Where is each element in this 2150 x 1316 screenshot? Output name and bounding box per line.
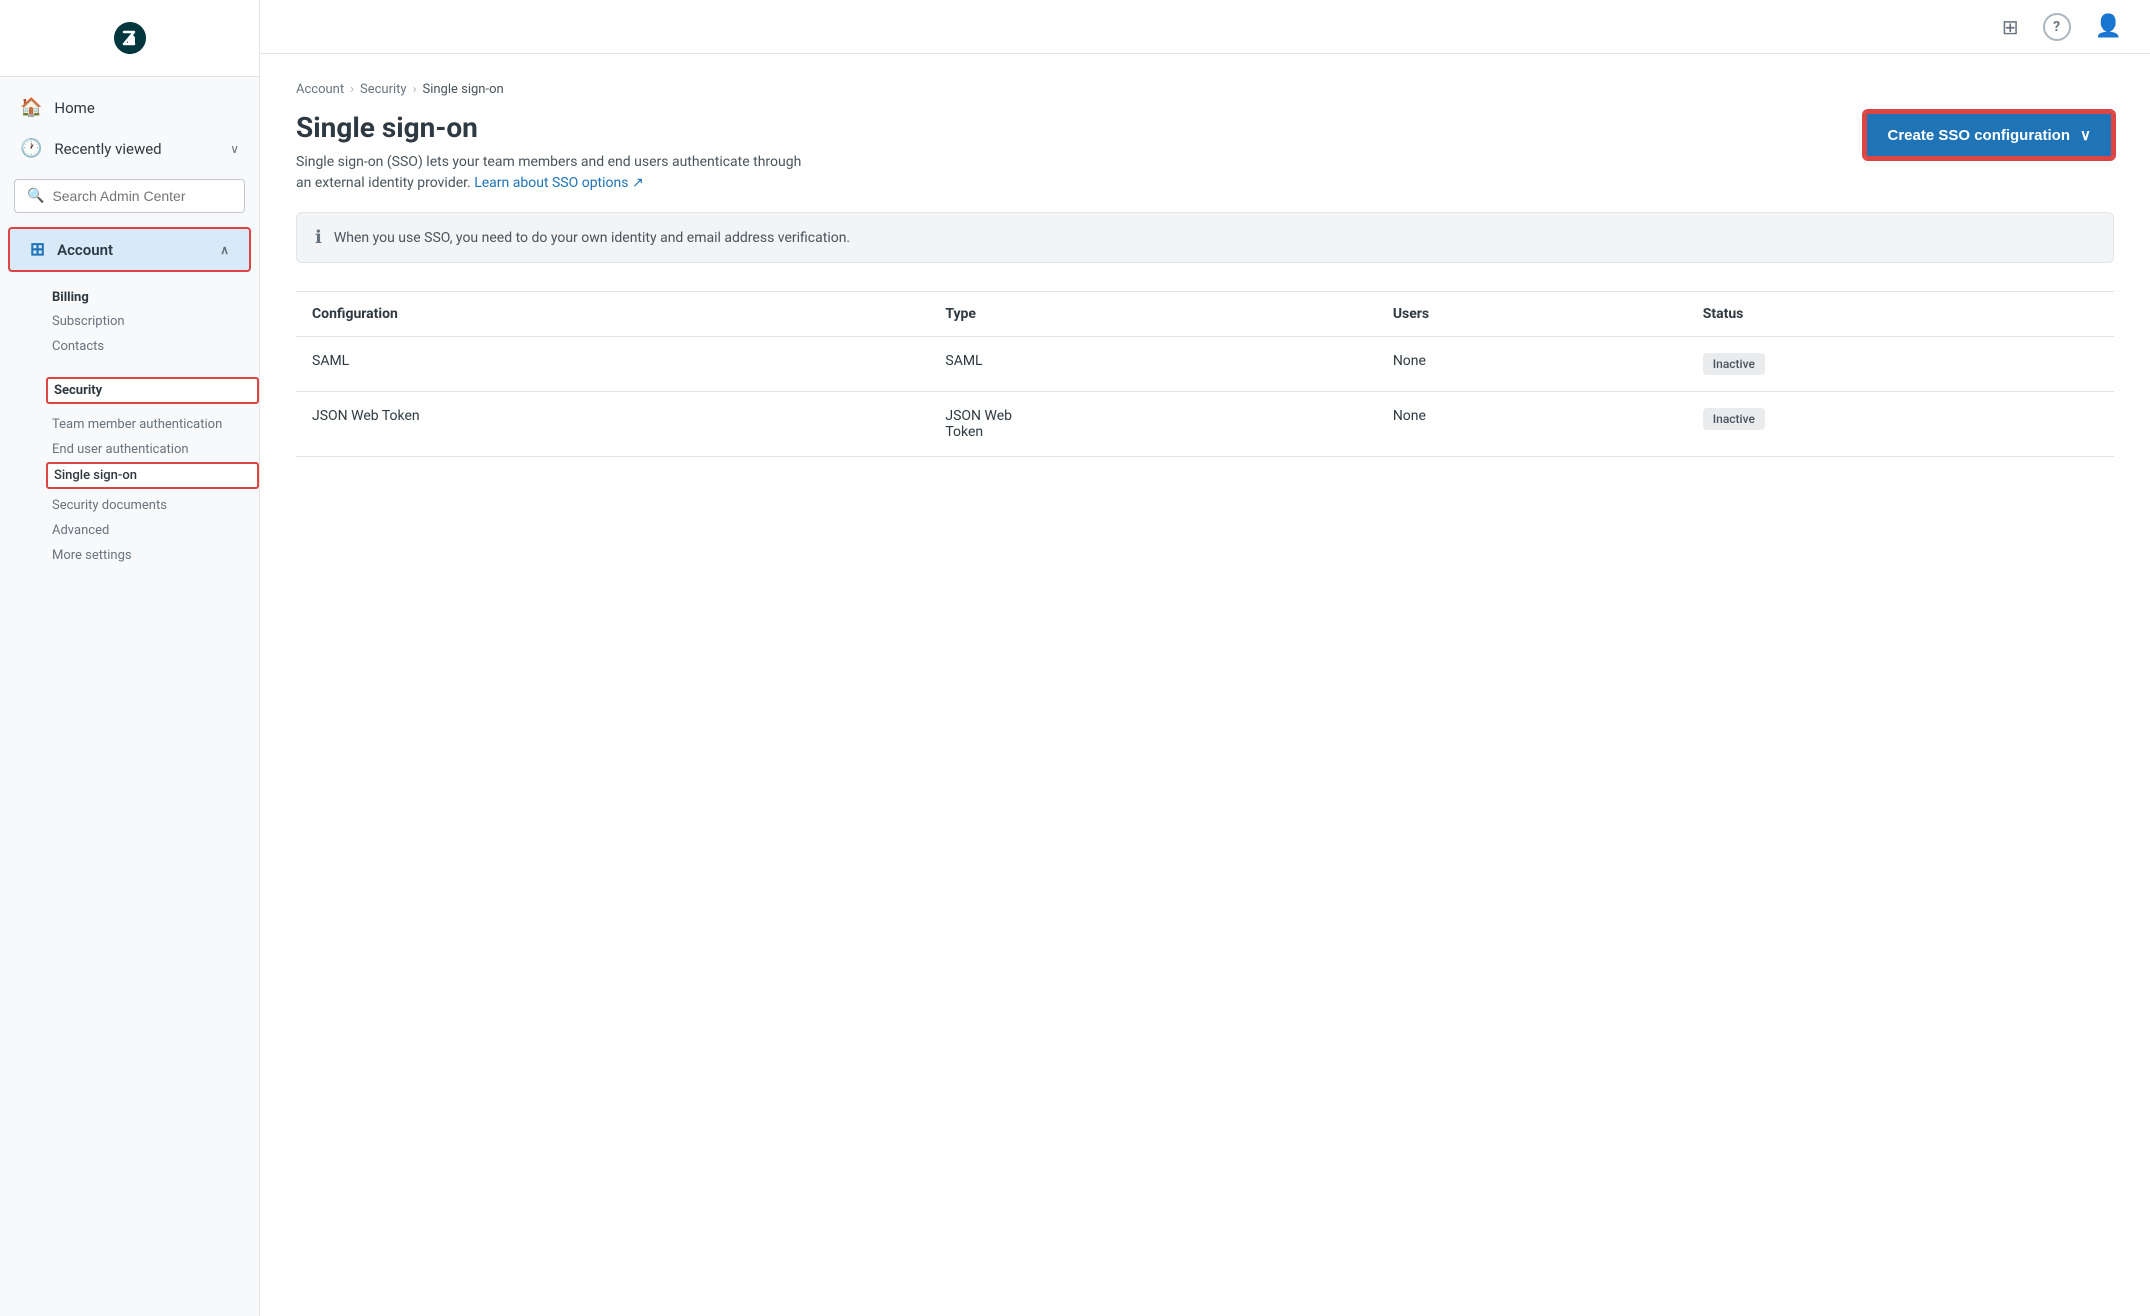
sidebar-item-contacts[interactable]: Contacts [52,334,259,359]
status-badge-saml: Inactive [1703,353,1765,375]
table-row: JSON Web Token JSON WebToken None Inacti… [296,392,2114,457]
topbar: ⊞ ? 👤 [260,0,2150,54]
breadcrumb: Account › Security › Single sign-on [296,82,2114,97]
page-content: Account › Security › Single sign-on Sing… [260,54,2150,1316]
sidebar-item-security[interactable]: Security [46,377,259,404]
sidebar-item-subscription[interactable]: Subscription [52,309,259,334]
col-configuration: Configuration [296,292,929,337]
sidebar-item-advanced[interactable]: Advanced [52,518,259,543]
info-message: When you use SSO, you need to do your ow… [334,230,850,246]
cell-type-jwt: JSON WebToken [929,392,1376,457]
page-header-left: Single sign-on Single sign-on (SSO) lets… [296,111,816,194]
create-sso-button[interactable]: Create SSO configuration ∨ [1864,111,2114,159]
sidebar-item-recently-viewed[interactable]: 🕐 Recently viewed ∨ [0,128,259,169]
search-container: 🔍 [0,169,259,223]
sidebar-item-end-user-auth[interactable]: End user authentication [52,437,259,462]
sso-configurations-table: Configuration Type Users Status SAML SAM… [296,292,2114,457]
sidebar-item-home-label: Home [54,99,94,117]
page-header: Single sign-on Single sign-on (SSO) lets… [296,111,2114,194]
search-input[interactable] [52,188,232,204]
clock-icon: 🕐 [20,138,42,159]
breadcrumb-sso: Single sign-on [422,82,503,97]
learn-link[interactable]: Learn about SSO options ↗ [474,175,643,191]
sidebar-item-single-sign-on[interactable]: Single sign-on [46,462,259,489]
sidebar-nav: 🏠 Home 🕐 Recently viewed ∨ 🔍 ⊞ Account ∧… [0,77,259,584]
breadcrumb-sep-1: › [350,82,354,97]
sidebar-item-security-documents[interactable]: Security documents [52,493,259,518]
info-icon: ℹ [315,227,322,248]
account-icon: ⊞ [30,239,45,260]
sidebar-item-more-settings[interactable]: More settings [52,543,259,568]
col-users: Users [1377,292,1687,337]
table-header-row: Configuration Type Users Status [296,292,2114,337]
grid-icon[interactable]: ⊞ [1998,11,2023,43]
cell-users-saml: None [1377,337,1687,392]
col-status: Status [1687,292,2114,337]
chevron-up-icon: ∧ [220,243,229,257]
breadcrumb-security[interactable]: Security [360,82,407,97]
home-icon: 🏠 [20,97,42,118]
sidebar-item-team-member-auth[interactable]: Team member authentication [52,412,259,437]
cell-users-jwt: None [1377,392,1687,457]
info-box: ℹ When you use SSO, you need to do your … [296,212,2114,263]
page-description: Single sign-on (SSO) lets your team memb… [296,152,816,194]
breadcrumb-sep-2: › [413,82,417,97]
help-icon[interactable]: ? [2043,13,2071,41]
cell-configuration-saml: SAML [296,337,929,392]
table-row: SAML SAML None Inactive [296,337,2114,392]
create-sso-chevron-icon: ∨ [2080,126,2091,144]
sidebar-item-account[interactable]: ⊞ Account ∧ [8,227,251,272]
sidebar-item-recently-viewed-label: Recently viewed [54,140,161,158]
search-icon: 🔍 [27,188,44,204]
cell-type-saml: SAML [929,337,1376,392]
zendesk-logo [110,18,150,58]
page-title: Single sign-on [296,111,816,144]
sso-table: Configuration Type Users Status SAML SAM… [296,291,2114,457]
status-badge-jwt: Inactive [1703,408,1765,430]
sidebar-item-account-label: Account [57,241,113,259]
col-type: Type [929,292,1376,337]
account-submenu: Billing Subscription Contacts Security T… [0,276,259,574]
sidebar-item-home[interactable]: 🏠 Home [0,87,259,128]
sidebar: 🏠 Home 🕐 Recently viewed ∨ 🔍 ⊞ Account ∧… [0,0,260,1316]
cell-configuration-jwt: JSON Web Token [296,392,929,457]
user-icon[interactable]: 👤 [2091,10,2126,43]
logo [0,0,259,77]
breadcrumb-account[interactable]: Account [296,82,344,97]
chevron-down-icon: ∨ [230,142,239,156]
main-content: ⊞ ? 👤 Account › Security › Single sign-o… [260,0,2150,1316]
billing-section-heading: Billing [52,282,259,309]
create-sso-button-label: Create SSO configuration [1887,127,2070,144]
search-wrap: 🔍 [14,179,245,213]
cell-status-saml: Inactive [1687,337,2114,392]
cell-status-jwt: Inactive [1687,392,2114,457]
